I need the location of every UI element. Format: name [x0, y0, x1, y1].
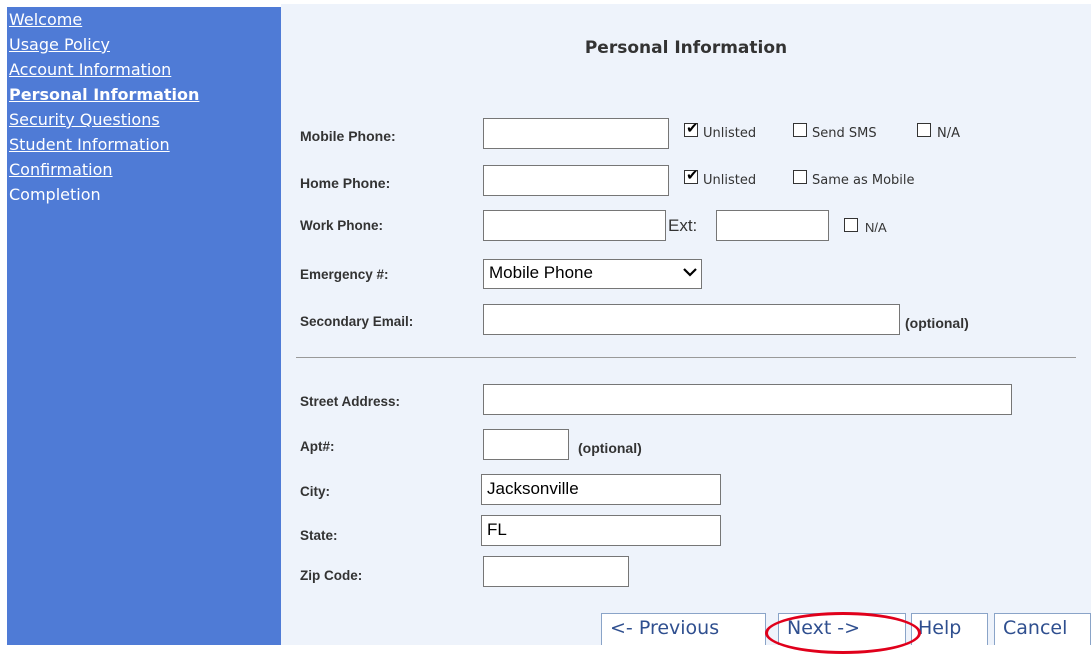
sidebar-item-account-information[interactable]: Account Information	[9, 57, 171, 82]
city-label: City:	[300, 484, 330, 499]
home-unlisted-checkbox[interactable]: ✔	[684, 166, 699, 184]
city-input[interactable]: Jacksonville	[481, 474, 721, 505]
work-phone-label: Work Phone:	[300, 218, 384, 233]
ext-label: Ext:	[668, 216, 698, 235]
secondary-email-label: Secondary Email:	[300, 314, 414, 329]
mobile-phone-input[interactable]	[483, 118, 669, 149]
street-address-label: Street Address:	[300, 394, 401, 409]
mobile-na-checkbox[interactable]	[917, 123, 931, 137]
work-phone-input[interactable]	[483, 210, 666, 241]
page-title: Personal Information	[584, 38, 788, 58]
sidebar-item-completion: Completion	[9, 185, 101, 204]
ext-input[interactable]	[716, 210, 829, 241]
sidebar-item-confirmation[interactable]: Confirmation	[9, 157, 113, 182]
emergency-select[interactable]: Mobile Phone	[483, 259, 702, 289]
state-label: State:	[300, 528, 338, 543]
sidebar-item-security-questions[interactable]: Security Questions	[9, 107, 160, 132]
secondary-email-optional: (optional)	[905, 315, 969, 331]
sidebar-item-student-information[interactable]: Student Information	[9, 132, 170, 157]
work-na-label: N/A	[865, 220, 887, 235]
cancel-button[interactable]: Cancel	[994, 613, 1091, 645]
send-sms-checkbox[interactable]	[793, 123, 807, 137]
divider	[296, 357, 1076, 358]
apt-input[interactable]	[483, 429, 569, 460]
work-na-checkbox[interactable]	[844, 218, 858, 232]
apt-label: Apt#:	[300, 439, 335, 454]
send-sms-label: Send SMS	[812, 126, 877, 141]
sidebar-item-welcome[interactable]: Welcome	[9, 7, 82, 32]
mobile-unlisted-label: Unlisted	[703, 126, 757, 141]
same-as-mobile-checkbox[interactable]	[793, 170, 807, 184]
mobile-phone-label: Mobile Phone:	[300, 128, 396, 144]
mobile-na-label: N/A	[937, 126, 960, 141]
chevron-down-icon	[683, 268, 697, 277]
home-phone-input[interactable]	[483, 165, 669, 196]
sidebar-item-personal-information[interactable]: Personal Information	[9, 82, 199, 107]
sidebar-item-usage-policy[interactable]: Usage Policy	[9, 32, 110, 57]
home-phone-label: Home Phone:	[300, 175, 391, 191]
apt-optional: (optional)	[578, 440, 642, 456]
help-button[interactable]: Help	[911, 613, 988, 645]
street-address-input[interactable]	[483, 384, 1012, 415]
checkmark-icon: ✔	[686, 119, 699, 137]
checkmark-icon: ✔	[686, 166, 699, 184]
sidebar-nav: Welcome Usage Policy Account Information…	[7, 7, 281, 645]
next-button[interactable]: Next ->	[778, 613, 906, 645]
secondary-email-input[interactable]	[483, 304, 900, 335]
state-input[interactable]: FL	[481, 515, 721, 546]
form-panel: Personal Information Mobile Phone: ✔ Unl…	[281, 4, 1091, 645]
home-unlisted-label: Unlisted	[703, 173, 757, 188]
emergency-label: Emergency #:	[300, 267, 389, 282]
emergency-select-value: Mobile Phone	[489, 263, 593, 282]
zip-code-input[interactable]	[483, 556, 629, 587]
zip-code-label: Zip Code:	[300, 568, 363, 583]
mobile-unlisted-checkbox[interactable]: ✔	[684, 119, 699, 137]
previous-button[interactable]: <- Previous	[601, 613, 766, 645]
same-as-mobile-label: Same as Mobile	[812, 173, 915, 188]
